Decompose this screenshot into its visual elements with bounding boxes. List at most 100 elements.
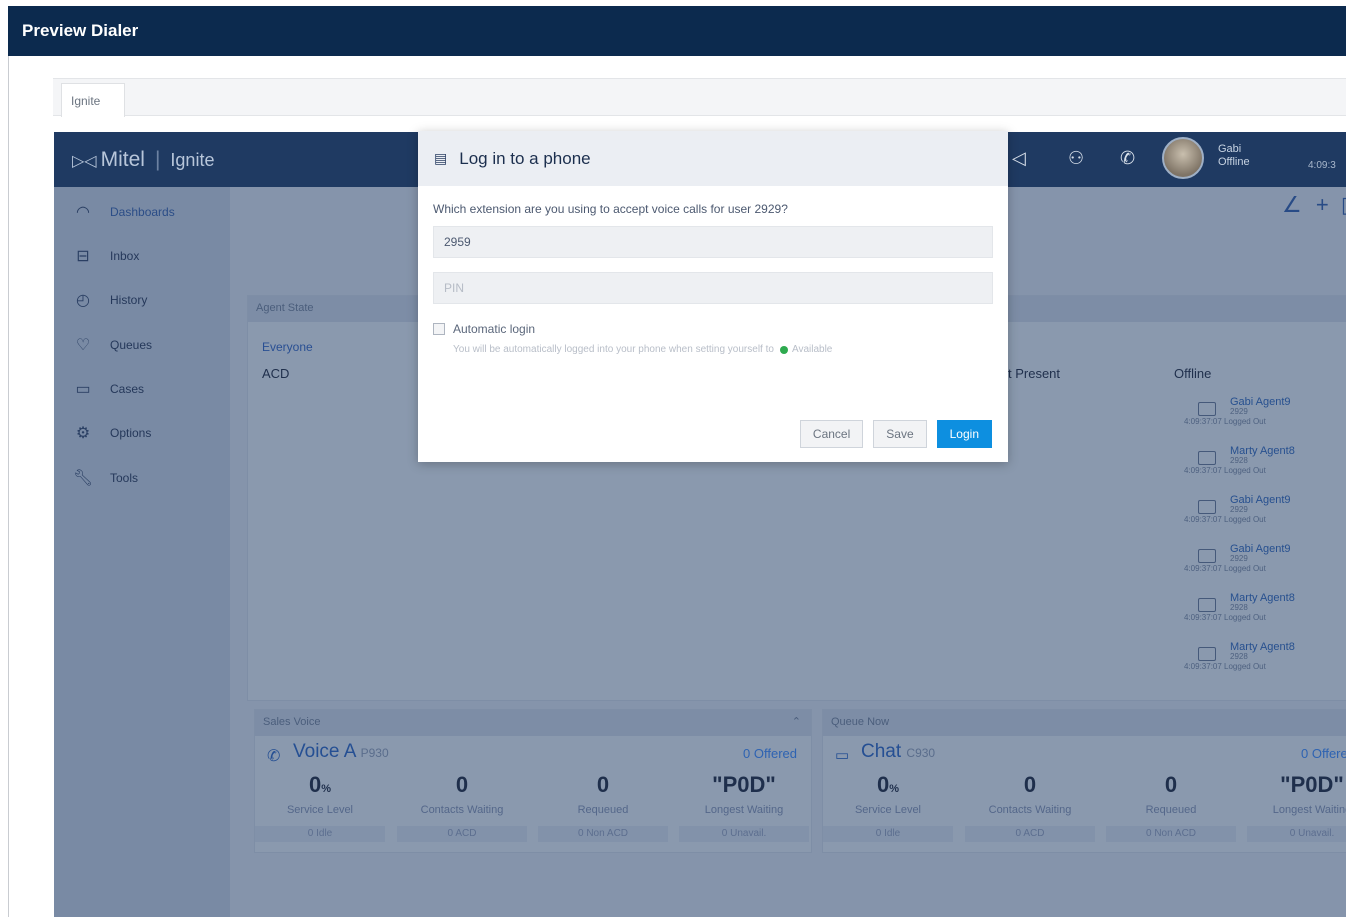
metric-label: Contacts Waiting [420,804,504,816]
brand-name: Mitel [100,148,145,171]
sidebar-item-options[interactable]: ⚙ Options [72,418,222,448]
metric-longest-waiting: "P0D" Longest Waiting 0 Unavail. [1247,772,1346,842]
agent-extension: 2929 [1230,407,1248,416]
dialog-body: Which extension are you using to accept … [418,186,1008,371]
metric-label: Longest Waiting [704,804,784,816]
phone-login-icon: ▤ [434,150,448,166]
queue-header: Queue Now [823,710,1346,736]
edit-icon[interactable]: ∠ [1282,192,1302,217]
pin-field[interactable] [433,272,993,304]
tab-strip: Ignite [53,78,1346,117]
metric-footer: 0 Unavail. [679,826,809,842]
cases-icon: ▭ [75,381,91,398]
queue-code: P930 [360,746,389,760]
save-button[interactable]: Save [873,420,927,448]
dialog-title: Log in to a phone [459,148,591,168]
sidebar: ◠ Dashboards ⊟ Inbox ◴ History ♡ Queues ▭ Cas… [54,187,230,917]
contacts-icon[interactable]: ⚇ [1068,148,1084,169]
mitel-logo-icon: ▷◁ [72,153,97,170]
sidebar-item-label: Queues [110,338,153,352]
queue-title[interactable]: Voice A P930 [293,741,389,763]
user-info[interactable]: Gabi Offline [1218,143,1250,169]
metric-value: 0 [596,772,610,797]
avatar[interactable] [1162,137,1204,179]
offered-count[interactable]: 0 Offere [1301,746,1346,761]
offered-count[interactable]: 0 Offered [743,746,797,761]
sidebar-item-label: History [110,293,148,307]
offline-agent-card[interactable]: Marty Agent8 2928 4:09:37:07 Logged Out [1184,641,1324,687]
metric-value: 0 [455,772,469,797]
sidebar-item-tools[interactable]: 🔧︎ Tools [72,463,222,493]
agent-extension: 2929 [1230,554,1248,563]
metric-service-level: 0% Service Level 0 Idle [823,772,953,842]
metric-value: 0 [1164,772,1178,797]
metric-value: 0 [308,772,322,797]
sidebar-item-cases[interactable]: ▭ Cases [72,374,222,404]
automatic-login-hint: You will be automatically logged into yo… [453,344,993,355]
window-titlebar: Preview Dialer [8,6,1346,56]
sidebar-item-queues[interactable]: ♡ Queues [72,330,222,360]
metric-unit: % [321,783,332,795]
chat-icon: ▭ [835,747,850,764]
extension-field[interactable] [433,226,993,258]
agent-status: 4:09:37:07 Logged Out [1184,515,1266,524]
sidebar-item-history[interactable]: ◴ History [72,285,222,315]
tab-ignite[interactable]: Ignite [61,83,125,117]
agent-status: 4:09:37:07 Logged Out [1184,613,1266,622]
metric-footer: 0 Idle [823,826,953,842]
history-icon: ◴ [76,292,90,309]
agent-extension: 2929 [1230,505,1248,514]
email-agent-icon [1198,647,1216,661]
sidebar-item-label: Tools [110,471,139,485]
collapse-chevron-icon[interactable]: ⌃ [792,715,801,728]
agent-extension: 2928 [1230,603,1248,612]
sidebar-item-label: Options [110,426,152,440]
cancel-button[interactable]: Cancel [799,420,864,448]
login-button[interactable]: Login [936,420,992,448]
queue-name: Voice A [293,741,356,762]
copy-icon[interactable]: ▯ [1341,192,1346,217]
offline-agent-card[interactable]: Gabi Agent9 2929 4:09:37:07 Logged Out [1184,396,1324,442]
sidebar-item-label: Cases [110,382,145,396]
offline-agent-card[interactable]: Marty Agent8 2928 4:09:37:07 Logged Out [1184,445,1324,491]
queue-header-label: Sales Voice [263,716,321,728]
hint-status: Available [791,344,833,355]
product-name: Ignite [170,150,215,170]
dialog-buttons: Cancel Save Login [799,420,992,448]
metric-value: 0 [876,772,890,797]
brand-separator: | [154,148,161,171]
agent-status: 4:09:37:07 Logged Out [1184,417,1266,426]
phone-agent-icon [1198,402,1216,416]
hint-text: You will be automatically logged into yo… [453,344,774,355]
phone-icon[interactable]: ✆ [1120,148,1135,169]
metric-label: Service Level [854,804,922,816]
agent-extension: 2928 [1230,652,1248,661]
metric-longest-waiting: "P0D" Longest Waiting 0 Unavail. [679,772,809,842]
sidebar-item-label: Inbox [110,249,140,263]
offline-agent-card[interactable]: Marty Agent8 2928 4:09:37:07 Logged Out [1184,592,1324,638]
agent-status: 4:09:37:07 Logged Out [1184,466,1266,475]
automatic-login-checkbox[interactable] [433,323,445,335]
user-name: Gabi [1218,143,1242,155]
sidebar-item-inbox[interactable]: ⊟ Inbox [72,241,222,271]
phone-icon: ✆ [267,748,281,765]
user-status: Offline [1218,156,1250,168]
add-icon[interactable]: + [1316,192,1329,217]
send-icon[interactable]: ◁ [1012,148,1026,169]
main-toolbar: ∠ + ▯ [1282,192,1346,218]
offline-agent-card[interactable]: Gabi Agent9 2929 4:09:37:07 Logged Out [1184,543,1324,589]
present-column-header: t Present [1008,366,1061,381]
metric-requeued: 0 Requeued 0 Non ACD [538,772,668,842]
chat-agent-icon [1198,500,1216,514]
sidebar-item-dashboards[interactable]: ◠ Dashboards [72,197,222,227]
queue-card-chat: Queue Now ▭ Chat C930 0 Offere 0% Service… [822,709,1346,853]
metric-footer: 0 ACD [965,826,1095,842]
chat-agent-icon [1198,598,1216,612]
queue-card-voice: Sales Voice ⌃ ✆ Voice A P930 0 Offered 0%… [254,709,812,853]
filter-everyone[interactable]: Everyone [262,340,313,354]
metric-footer: 0 Idle [255,826,385,842]
queue-title[interactable]: Chat C930 [861,741,935,763]
offline-agent-card[interactable]: Gabi Agent9 2929 4:09:37:07 Logged Out [1184,494,1324,540]
available-status-icon [779,345,788,354]
queues-icon: ♡ [75,337,91,354]
